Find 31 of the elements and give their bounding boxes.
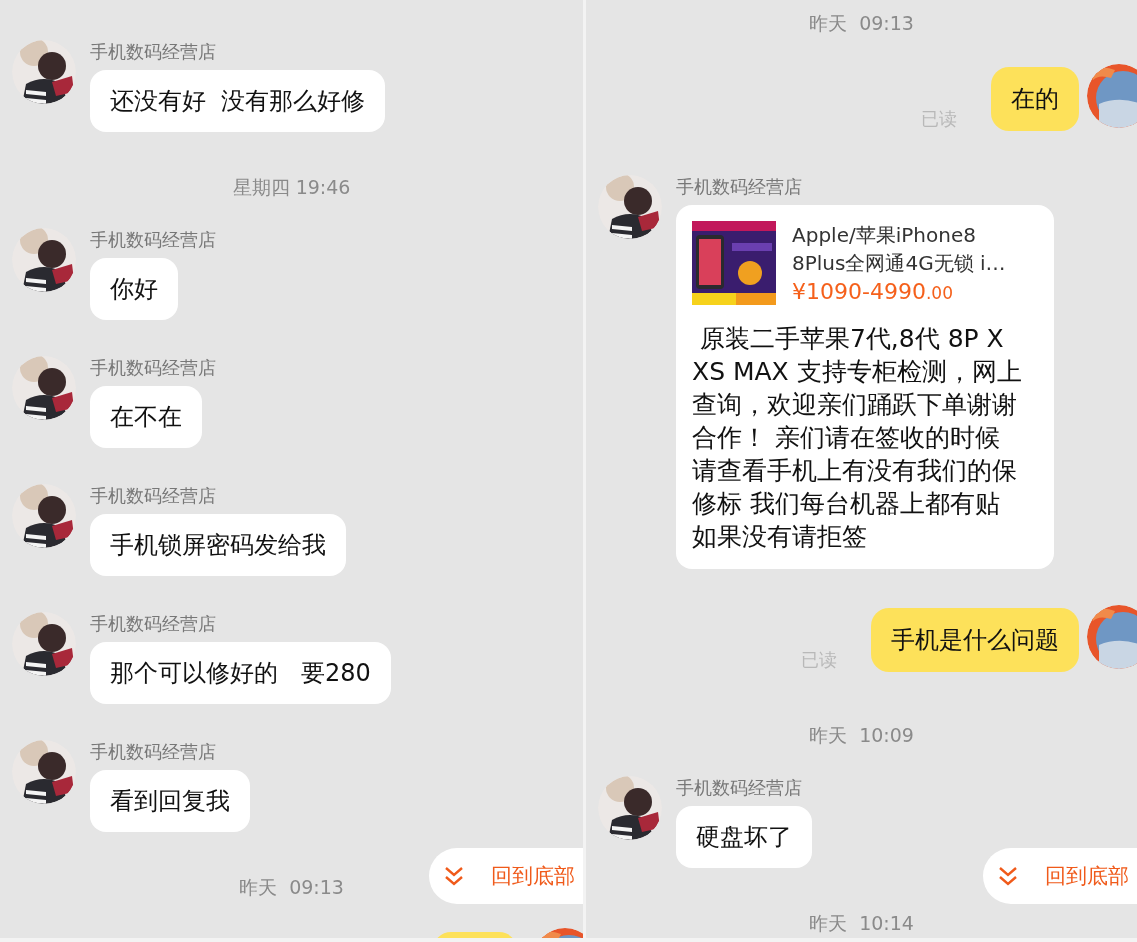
product-card[interactable]: Apple/苹果iPhone8 8Plus全网通4G无锁 i… ¥1090-4990.00 原装二手苹果7代,8代 8P X XS MAX 支持专柜检测，网上查询，欢迎亲们踊跃下单谢谢合作！ 亲们请在签收的时候请查看手机上有没有我们的保修标 我们每台机器上都有贴如果没有请拒签	[676, 205, 1054, 569]
timestamp: 昨天 09:13	[809, 12, 914, 34]
sender-name: 手机数码经营店	[676, 175, 802, 199]
back-to-bottom-button[interactable]: 回到底部	[429, 848, 583, 904]
timestamp: 昨天 10:09	[809, 724, 914, 746]
back-to-bottom-button[interactable]: 回到底部	[983, 848, 1137, 904]
sender-name: 手机数码经营店	[90, 356, 216, 380]
product-title: 8Plus全网通4G无锁 i…	[792, 250, 1006, 277]
message-bubble: 手机是什么问题	[871, 608, 1079, 672]
sender-name: 手机数码经营店	[90, 740, 216, 764]
message-text: 原装二手苹果7代,8代 8P X XS MAX 支持专柜检测，网上查询，欢迎亲们踊跃下单谢谢合作！ 亲们请在签收的时候请查看手机上有没有我们的保修标 我们每台机器上都有贴如果没有请拒签	[692, 323, 1023, 553]
message-bubble: 在的	[991, 67, 1079, 131]
message-bubble: 你好	[90, 258, 178, 320]
message-bubble: 硬盘坏了	[676, 806, 812, 868]
message-bubble: 在不在	[90, 386, 202, 448]
message-bubble: 看到回复我	[90, 770, 250, 832]
sender-name: 手机数码经营店	[90, 40, 216, 64]
product-title: Apple/苹果iPhone8	[792, 222, 977, 249]
message-bubble: 手机锁屏密码发给我	[90, 514, 346, 576]
timestamp: 星期四 19:46	[232, 176, 351, 198]
double-chevron-down-icon	[443, 865, 465, 887]
message-bubble: 那个可以修好的 要280	[90, 642, 391, 704]
sender-name: 手机数码经营店	[676, 776, 802, 800]
sender-name: 手机数码经营店	[90, 228, 216, 252]
product-price: ¥1090-4990.00	[792, 278, 954, 306]
timestamp: 昨天 10:14	[809, 912, 914, 934]
sender-name: 手机数码经营店	[90, 484, 216, 508]
sender-name: 手机数码经营店	[90, 612, 216, 636]
double-chevron-down-icon	[997, 865, 1019, 887]
timestamp: 昨天 09:13	[239, 876, 344, 898]
message-bubble: 还没有好 没有那么好修	[90, 70, 386, 132]
